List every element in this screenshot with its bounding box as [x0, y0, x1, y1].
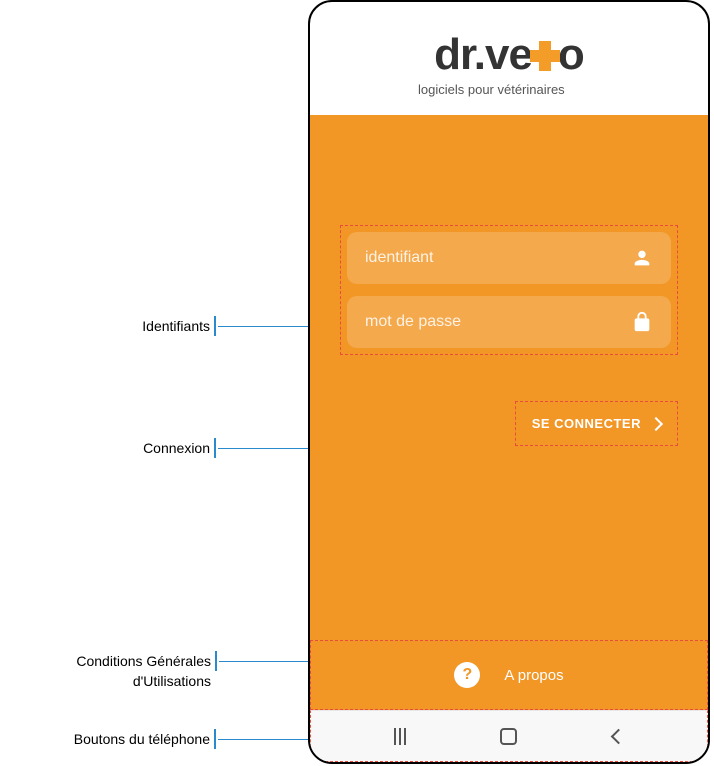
- chevron-right-icon: [649, 416, 663, 430]
- logo-header: dr.ve o logiciels pour vétérinaires: [310, 2, 708, 115]
- user-icon: [631, 247, 653, 269]
- lock-icon: [631, 311, 653, 333]
- app-logo: dr.ve o: [434, 30, 584, 80]
- nav-recent-button[interactable]: [378, 714, 422, 758]
- login-panel: SE CONNECTER ? A propos: [310, 115, 708, 710]
- nav-home-button[interactable]: [487, 714, 531, 758]
- connect-row: SE CONNECTER: [340, 401, 678, 446]
- home-icon: [500, 728, 517, 745]
- about-label: A propos: [504, 667, 563, 684]
- password-input[interactable]: [365, 313, 631, 331]
- help-icon: ?: [454, 662, 480, 688]
- callout-line: [218, 739, 318, 740]
- logo-text-suffix: o: [558, 30, 584, 80]
- callout-connexion: Connexion: [60, 438, 216, 458]
- username-input[interactable]: [365, 249, 631, 267]
- callout-cgu: Conditions Générales d'Utilisations: [0, 651, 217, 671]
- phone-nav-bar: [310, 710, 708, 762]
- phone-frame: dr.ve o logiciels pour vétérinaires: [308, 0, 710, 764]
- logo-tagline: logiciels pour vétérinaires: [330, 82, 688, 97]
- credentials-group: [340, 225, 678, 355]
- recent-apps-icon: [394, 728, 406, 745]
- callout-identifiants: Identifiants: [60, 316, 216, 336]
- logo-text-prefix: dr.ve: [434, 30, 532, 80]
- username-field-wrapper[interactable]: [347, 232, 671, 284]
- back-icon: [611, 728, 627, 744]
- connect-label: SE CONNECTER: [532, 416, 641, 431]
- nav-back-button[interactable]: [596, 714, 640, 758]
- password-field-wrapper[interactable]: [347, 296, 671, 348]
- connect-button[interactable]: SE CONNECTER: [515, 401, 678, 446]
- callout-phone-buttons: Boutons du téléphone: [60, 729, 216, 749]
- plus-icon: [530, 41, 560, 71]
- about-row[interactable]: ? A propos: [310, 640, 708, 710]
